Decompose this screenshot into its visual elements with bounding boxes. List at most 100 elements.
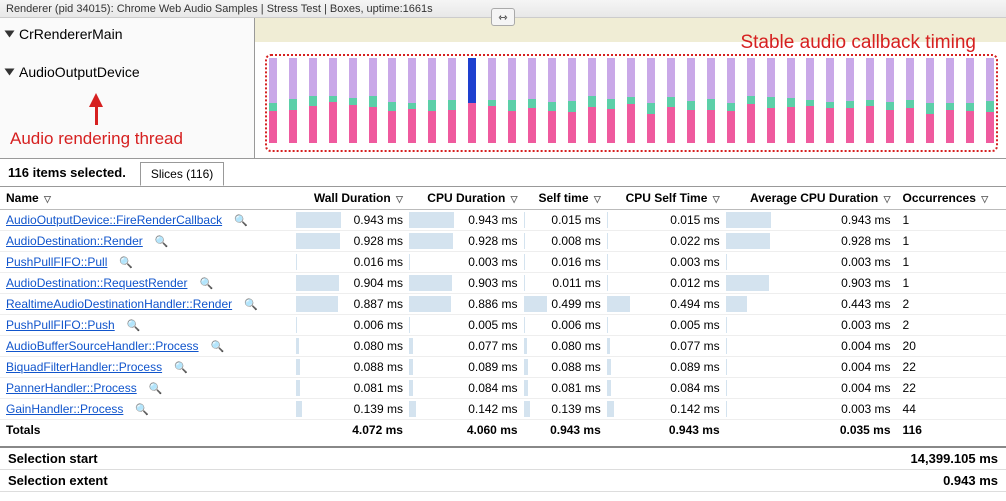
timeline-slice[interactable]	[767, 58, 775, 148]
magnify-icon[interactable]: 🔍	[149, 383, 163, 395]
table-row[interactable]: PannerHandler::Process🔍0.081 ms0.084 ms0…	[0, 378, 1006, 399]
slice-name-link[interactable]: GainHandler::Process	[6, 402, 123, 416]
occurrences-value: 20	[897, 336, 1006, 357]
table-row[interactable]: RealtimeAudioDestinationHandler::Render 🔍…	[0, 294, 1006, 315]
table-row[interactable]: BiquadFilterHandler::Process🔍0.088 ms0.0…	[0, 357, 1006, 378]
timeline-slice[interactable]	[886, 58, 894, 148]
timeline-slice[interactable]	[747, 58, 755, 148]
timeline-slice[interactable]	[946, 58, 954, 148]
timeline-slice[interactable]	[787, 58, 795, 148]
col-name[interactable]: Name ▽	[0, 187, 296, 210]
selection-bar: 116 items selected. Slices (116)	[0, 159, 1006, 187]
col-self-time[interactable]: Self time ▽	[524, 187, 607, 210]
selection-count: 116 items selected.	[8, 165, 126, 180]
occurrences-value: 22	[897, 378, 1006, 399]
timeline-slice[interactable]	[488, 58, 496, 148]
magnify-icon[interactable]: 🔍	[155, 236, 169, 248]
timeline-slice[interactable]	[329, 58, 337, 148]
occurrences-value: 1	[897, 231, 1006, 252]
col-wall-duration[interactable]: Wall Duration ▽	[296, 187, 409, 210]
tab-slices[interactable]: Slices (116)	[140, 162, 224, 186]
timeline-slice[interactable]	[448, 58, 456, 148]
table-row[interactable]: AudioDestination::Render🔍0.928 ms0.928 m…	[0, 231, 1006, 252]
timeline-slice[interactable]	[906, 58, 914, 148]
thread-name: CrRendererMain	[19, 26, 122, 42]
thread-row-renderer-main[interactable]: CrRendererMain	[0, 18, 254, 50]
timeline-slice[interactable]	[707, 58, 715, 148]
timeline-slice[interactable]	[627, 58, 635, 148]
slice-name-link[interactable]: RealtimeAudioDestinationHandler::Render	[6, 297, 232, 311]
timeline-slice[interactable]	[388, 58, 396, 148]
timeline-slice[interactable]	[528, 58, 536, 148]
table-row[interactable]: AudioBufferSourceHandler::Process🔍0.080 …	[0, 336, 1006, 357]
timeline-slice[interactable]	[866, 58, 874, 148]
timeline-slice[interactable]	[986, 58, 994, 148]
occurrences-value: 1	[897, 273, 1006, 294]
magnify-icon[interactable]: 🔍	[127, 320, 141, 332]
col-avg-cpu-duration[interactable]: Average CPU Duration ▽	[726, 187, 897, 210]
magnify-icon[interactable]: 🔍	[199, 278, 213, 290]
magnify-icon[interactable]: 🔍	[174, 362, 188, 374]
timeline-slice[interactable]	[687, 58, 695, 148]
table-row[interactable]: GainHandler::Process🔍0.139 ms0.142 ms0.1…	[0, 399, 1006, 420]
timeline-slice[interactable]	[309, 58, 317, 148]
table-row[interactable]: PushPullFIFO::Pull🔍0.016 ms0.003 ms0.016…	[0, 252, 1006, 273]
slice-name-link[interactable]: PannerHandler::Process	[6, 381, 137, 395]
magnify-icon[interactable]: 🔍	[135, 404, 149, 416]
col-occurrences[interactable]: Occurrences ▽	[897, 187, 1006, 210]
timeline-panel[interactable]	[255, 18, 1006, 158]
col-cpu-self-time[interactable]: CPU Self Time ▽	[607, 187, 726, 210]
timeline-slice[interactable]	[647, 58, 655, 148]
timeline-slice[interactable]	[468, 58, 476, 148]
magnify-icon[interactable]: 🔍	[119, 257, 133, 269]
magnify-icon[interactable]: 🔍	[211, 341, 225, 353]
magnify-icon[interactable]: 🔍	[244, 299, 258, 311]
occurrences-value: 1	[897, 210, 1006, 231]
timeline-slice[interactable]	[826, 58, 834, 148]
slice-name-link[interactable]: AudioBufferSourceHandler::Process	[6, 339, 199, 353]
timeline-slice[interactable]	[508, 58, 516, 148]
slice-name-link[interactable]: AudioOutputDevice::FireRenderCallback	[6, 213, 222, 227]
timeline-slice[interactable]	[727, 58, 735, 148]
timeline-slice[interactable]	[408, 58, 416, 148]
slice-name-link[interactable]: AudioDestination::Render	[6, 234, 143, 248]
occurrences-value: 2	[897, 294, 1006, 315]
slice-name-link[interactable]: PushPullFIFO::Push	[6, 318, 115, 332]
selection-info: Selection start 14,399.105 ms Selection …	[0, 446, 1006, 492]
disclosure-triangle-icon	[5, 31, 15, 38]
timeline-slice[interactable]	[588, 58, 596, 148]
timeline-slice[interactable]	[548, 58, 556, 148]
timeline-ruler	[255, 18, 1006, 42]
timeline-slice[interactable]	[846, 58, 854, 148]
slice-name-link[interactable]: AudioDestination::RequestRender	[6, 276, 187, 290]
magnify-icon[interactable]: 🔍	[234, 215, 248, 227]
timeline-slice[interactable]	[269, 58, 277, 148]
col-cpu-duration[interactable]: CPU Duration ▽	[409, 187, 524, 210]
timeline-slice[interactable]	[667, 58, 675, 148]
timeline-slice[interactable]	[607, 58, 615, 148]
table-row[interactable]: AudioOutputDevice::FireRenderCallback🔍0.…	[0, 210, 1006, 231]
table-row[interactable]: AudioDestination::RequestRender🔍0.904 ms…	[0, 273, 1006, 294]
slice-name-link[interactable]: BiquadFilterHandler::Process	[6, 360, 162, 374]
timeline-slice[interactable]	[428, 58, 436, 148]
timeline-slice[interactable]	[966, 58, 974, 148]
selection-extent-label: Selection extent	[8, 473, 108, 488]
expand-timeline-button[interactable]: ⇿	[491, 8, 515, 26]
timeline-slice[interactable]	[369, 58, 377, 148]
thread-row-audio-output[interactable]: AudioOutputDevice	[0, 50, 254, 140]
table-row[interactable]: PushPullFIFO::Push🔍0.006 ms0.005 ms0.006…	[0, 315, 1006, 336]
occurrences-value: 22	[897, 357, 1006, 378]
selection-start-label: Selection start	[8, 451, 98, 466]
timeline-slices[interactable]	[269, 58, 994, 148]
timeline-slice[interactable]	[568, 58, 576, 148]
thread-name: AudioOutputDevice	[19, 64, 140, 80]
timeline-slice[interactable]	[349, 58, 357, 148]
timeline-slice[interactable]	[926, 58, 934, 148]
slice-name-link[interactable]: PushPullFIFO::Pull	[6, 255, 107, 269]
occurrences-value: 44	[897, 399, 1006, 420]
timeline-slice[interactable]	[806, 58, 814, 148]
selection-extent-value: 0.943 ms	[943, 473, 998, 488]
expand-icon: ⇿	[498, 11, 507, 24]
selection-start-value: 14,399.105 ms	[911, 451, 998, 466]
timeline-slice[interactable]	[289, 58, 297, 148]
